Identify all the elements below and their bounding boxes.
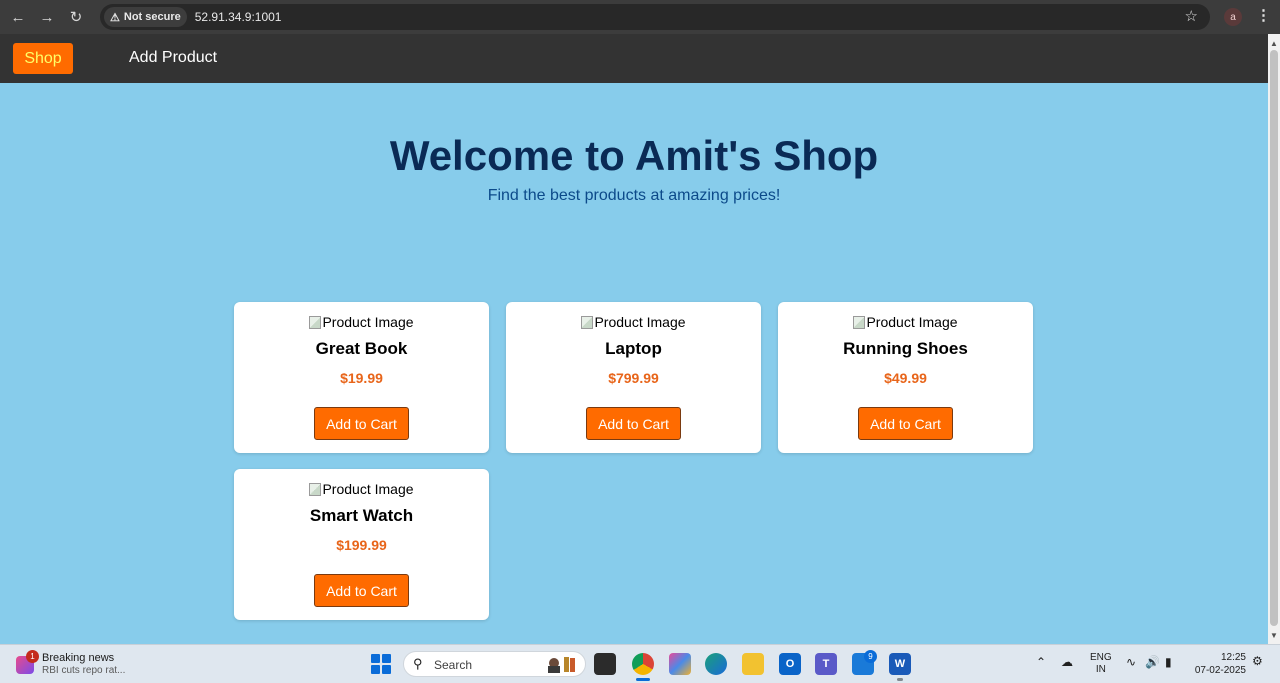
word-icon[interactable]: W	[889, 653, 911, 675]
url-text[interactable]: 52.91.34.9:1001	[195, 10, 282, 24]
scrollbar-thumb[interactable]	[1270, 50, 1278, 626]
product-name: Laptop	[605, 339, 662, 358]
taskbar-search-input[interactable]: ⚲ Search	[403, 651, 586, 677]
search-highlight-icon	[548, 657, 575, 673]
back-arrow-icon[interactable]: ←	[7, 6, 29, 28]
chevron-up-icon[interactable]: ⌃	[1036, 655, 1046, 669]
product-name: Smart Watch	[309, 506, 414, 525]
product-card: Product Image Smart Watch $199.99 Add to…	[234, 469, 489, 620]
bookmark-star-icon[interactable]: ☆	[1185, 7, 1198, 25]
system-clock[interactable]: 12:25 07-02-2025	[1186, 651, 1246, 677]
shop-nav-button[interactable]: Shop	[13, 43, 73, 74]
teams-icon[interactable]: T	[815, 653, 837, 675]
product-card: Product Image Great Book $19.99 Add to C…	[234, 302, 489, 453]
browser-menu-icon[interactable]: ⋮	[1256, 6, 1271, 24]
broken-image-icon	[309, 316, 322, 329]
search-icon: ⚲	[413, 656, 423, 671]
reload-icon[interactable]: ↻	[65, 6, 87, 28]
clock-time: 12:25	[1220, 652, 1246, 663]
cloud-icon[interactable]: ☁	[1061, 655, 1073, 669]
store-badge: 9	[864, 650, 877, 663]
clock-date: 07-02-2025	[1194, 665, 1246, 676]
news-widget[interactable]: 1 Breaking news RBI cuts repo rat...	[14, 650, 164, 680]
product-price: $49.99	[884, 370, 927, 386]
product-image-alt: Product Image	[594, 314, 686, 330]
product-image: Product Image	[506, 314, 761, 330]
search-placeholder: Search	[434, 658, 473, 672]
product-price: $799.99	[608, 370, 659, 386]
product-card: Product Image Running Shoes $49.99 Add t…	[778, 302, 1033, 453]
product-image-alt: Product Image	[322, 481, 414, 497]
file-explorer-icon[interactable]	[742, 653, 764, 675]
add-to-cart-button[interactable]: Add to Cart	[858, 407, 953, 440]
notification-bell-icon[interactable]: ⚙	[1252, 654, 1263, 668]
product-image-alt: Product Image	[322, 314, 414, 330]
news-subtitle: RBI cuts repo rat...	[42, 665, 126, 676]
task-view-icon[interactable]	[594, 653, 616, 675]
product-image: Product Image	[778, 314, 1033, 330]
language-indicator[interactable]: ENG IN	[1090, 652, 1112, 676]
battery-icon[interactable]: ▮	[1165, 655, 1172, 669]
page-subtitle: Find the best products at amazing prices…	[487, 187, 781, 204]
language-code: ENG	[1090, 652, 1112, 663]
chrome-icon[interactable]	[632, 653, 654, 675]
warning-triangle-icon: ⚠	[110, 11, 120, 24]
forward-arrow-icon[interactable]: →	[36, 6, 58, 28]
browser-toolbar: ← → ↻ ⚠ Not secure 52.91.34.9:1001 ☆ a ⋮	[0, 0, 1280, 34]
product-price: $19.99	[340, 370, 383, 386]
security-label: Not secure	[123, 11, 181, 23]
windows-taskbar: 1 Breaking news RBI cuts repo rat... ⚲ S…	[0, 644, 1280, 683]
site-navbar: Shop Add Product	[0, 34, 1268, 83]
address-bar[interactable]: ⚠ Not secure 52.91.34.9:1001 ☆	[100, 4, 1210, 30]
add-to-cart-button[interactable]: Add to Cart	[314, 407, 409, 440]
wifi-icon[interactable]: ∿	[1126, 655, 1136, 669]
product-name: Great Book	[315, 339, 408, 358]
scroll-down-arrow-icon[interactable]: ▼	[1268, 628, 1280, 642]
broken-image-icon	[581, 316, 594, 329]
volume-icon[interactable]: 🔊	[1145, 655, 1160, 669]
page-title: Welcome to Amit's Shop	[389, 132, 879, 179]
product-image-alt: Product Image	[866, 314, 958, 330]
product-image: Product Image	[234, 481, 489, 497]
region-code: IN	[1095, 664, 1106, 675]
word-open-indicator	[897, 678, 903, 681]
windows-start-icon[interactable]	[371, 654, 391, 674]
profile-avatar[interactable]: a	[1224, 8, 1242, 26]
chrome-active-indicator	[636, 678, 650, 681]
product-price: $199.99	[336, 537, 387, 553]
page-scrollbar[interactable]: ▲ ▼	[1268, 34, 1280, 644]
scroll-up-arrow-icon[interactable]: ▲	[1268, 36, 1280, 50]
add-product-link[interactable]: Add Product	[129, 49, 217, 67]
broken-image-icon	[309, 483, 322, 496]
add-to-cart-button[interactable]: Add to Cart	[314, 574, 409, 607]
add-to-cart-button[interactable]: Add to Cart	[586, 407, 681, 440]
edge-icon[interactable]	[705, 653, 727, 675]
outlook-icon[interactable]: O	[779, 653, 801, 675]
product-image: Product Image	[234, 314, 489, 330]
news-badge: 1	[26, 650, 39, 663]
broken-image-icon	[853, 316, 866, 329]
product-card: Product Image Laptop $799.99 Add to Cart	[506, 302, 761, 453]
security-chip[interactable]: ⚠ Not secure	[104, 7, 187, 27]
copilot-icon[interactable]	[669, 653, 691, 675]
news-title: Breaking news	[42, 652, 115, 664]
product-name: Running Shoes	[843, 339, 968, 358]
